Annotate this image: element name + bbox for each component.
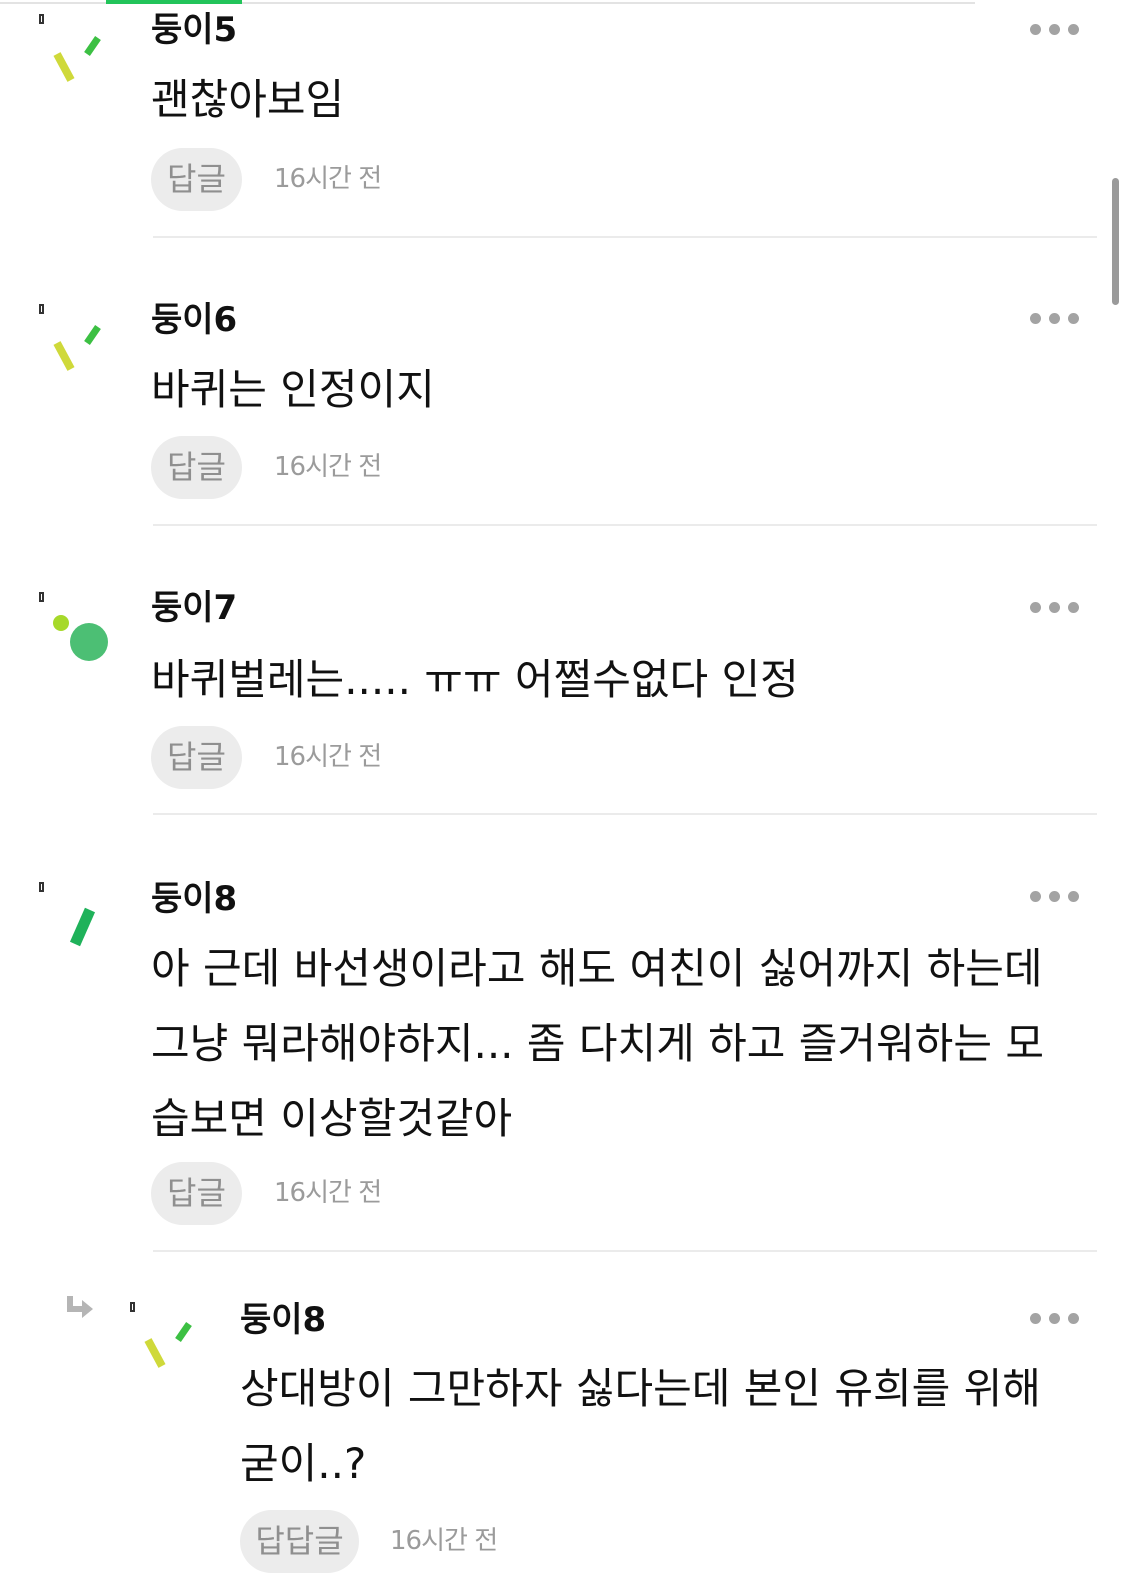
reply-button[interactable]: 답글 [151,148,242,211]
avatar[interactable] [45,896,115,966]
avatar[interactable] [45,311,115,381]
divider [153,813,1097,815]
progress-indicator [106,0,242,4]
reply-to-reply-button[interactable]: 답답글 [240,1510,359,1573]
comment-line: 그냥 뭐라해야하지... 좀 다치게 하고 즐거워하는 모 [151,1019,1044,1068]
avatar[interactable] [45,22,115,92]
comment-line: 습보면 이상할것같아 [151,1094,513,1143]
reply-line: 굳이..? [240,1439,367,1488]
rank-marker [39,304,44,314]
comment-time: 16시간 전 [274,452,382,482]
comment-author[interactable]: 둥이6 [151,300,237,340]
rank-marker [39,592,44,602]
more-dots-icon[interactable] [1030,24,1079,35]
comment-body: 바퀴벌레는..... ㅠㅠ 어쩔수없다 인정 [151,642,799,717]
comment-line: 바퀴벌레는..... ㅠㅠ 어쩔수없다 인정 [151,655,799,704]
comment-time: 16시간 전 [274,164,382,194]
avatar[interactable] [45,602,115,672]
comment-line: 바퀴는 인정이지 [151,365,435,414]
comment-author[interactable]: 둥이5 [151,10,237,50]
comment-line: 아 근데 바선생이라고 해도 여친이 싫어까지 하는데 [151,944,1043,993]
reply-button[interactable]: 답글 [151,436,242,499]
reply-body: 상대방이 그만하자 싫다는데 본인 유희를 위해 굳이..? [240,1351,1041,1501]
comment-time: 16시간 전 [274,1178,382,1208]
divider [153,524,1097,526]
top-progress-bar [0,0,1125,6]
reply-author[interactable]: 둥이8 [240,1300,326,1340]
rank-marker [39,14,44,24]
rank-marker [130,1302,135,1312]
divider [153,1250,1097,1252]
divider [153,236,1097,238]
comment-body: 바퀴는 인정이지 [151,352,435,427]
comment-author[interactable]: 둥이8 [151,879,237,919]
more-dots-icon[interactable] [1030,313,1079,324]
more-dots-icon[interactable] [1030,602,1079,613]
avatar[interactable] [136,1308,206,1378]
reply-line: 상대방이 그만하자 싫다는데 본인 유희를 위해 [240,1364,1041,1413]
comment-line: 괜찮아보임 [151,75,345,124]
comment-body: 아 근데 바선생이라고 해도 여친이 싫어까지 하는데 그냥 뭐라해야하지...… [151,931,1044,1156]
reply-arrow-icon [67,1296,93,1318]
reply-button[interactable]: 답글 [151,726,242,789]
scrollbar[interactable] [1112,178,1119,305]
rank-marker [39,882,44,892]
comment-time: 16시간 전 [274,742,382,772]
comment-author[interactable]: 둥이7 [151,588,237,628]
reply-time: 16시간 전 [390,1526,498,1556]
more-dots-icon[interactable] [1030,891,1079,902]
more-dots-icon[interactable] [1030,1313,1079,1324]
reply-button[interactable]: 답글 [151,1162,242,1225]
comment-body: 괜찮아보임 [151,62,344,137]
